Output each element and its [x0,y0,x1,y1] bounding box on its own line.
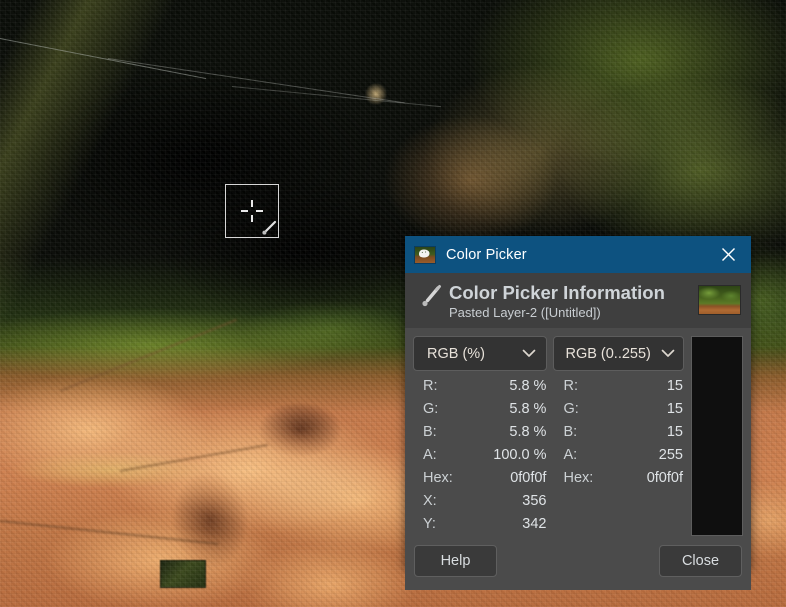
readout-key: Hex: [563,470,594,486]
readout-row: A: 100.0 % [413,447,547,470]
photo-antenna-line [0,38,207,80]
readout-value: 100.0 % [493,447,547,463]
color-mode-select-percent[interactable]: RGB (%) [413,336,548,371]
readout-key: G: [563,401,579,417]
readout-row: Hex: 0f0f0f [553,470,684,493]
help-button[interactable]: Help [414,544,497,577]
close-icon[interactable] [705,236,751,273]
readout-rows-percent: R: 5.8 % G: 5.8 % B: 5.8 % A: 100.0 % Hex: 0f… [413,378,547,539]
readout-value: 15 [666,401,683,417]
chevron-down-icon [661,349,675,357]
readout-row: R: 15 [553,378,684,401]
photo-detail-line [0,520,219,545]
picked-color-swatch [691,336,743,536]
readout-rows-255: R: 15 G: 15 B: 15 A: 255 Hex: 0f0f0f [553,378,684,493]
wilber-glyph-icon [419,249,430,257]
readout-value: 5.8 % [509,424,547,440]
photo-antenna-line [107,58,405,104]
color-mode-select-percent-label: RGB (%) [427,345,485,362]
readout-row: Y: 342 [413,516,547,539]
photo-detail-line [60,318,237,392]
readout-value: 255 [658,447,683,463]
readout-row: G: 5.8 % [413,401,547,424]
gimp-wilber-icon [414,245,436,264]
readout-row: B: 5.8 % [413,424,547,447]
chevron-down-icon [523,349,536,357]
readout-row: R: 5.8 % [413,378,547,401]
readout-key: X: [423,493,437,509]
readout-row: G: 15 [553,401,684,424]
dialog-title: Color Picker [446,246,527,263]
close-x-glyph [721,248,735,261]
dialog-titlebar[interactable]: Color Picker [405,236,751,273]
color-picker-dialog: Color Picker Color Picker Information Pa… [405,236,751,590]
readout-value: 0f0f0f [510,470,547,486]
readout-value: 5.8 % [509,401,547,417]
color-mode-select-255[interactable]: RGB (0..255) [553,336,684,371]
readout-row: A: 255 [553,447,684,470]
dialog-footer: Help Close [405,539,751,590]
dialog-heading: Color Picker Information [449,282,665,303]
dialog-subheading: Pasted Layer-2 ([Untitled]) [449,305,601,320]
readout-key: A: [563,447,578,463]
close-button[interactable]: Close [659,544,742,577]
dialog-header-titles: Color Picker Information Pasted Layer-2 … [449,282,698,322]
readout-value: 5.8 % [509,378,547,394]
readout-key: Hex: [423,470,453,486]
photo-detail-patch [160,560,206,588]
readout-key: B: [563,424,578,440]
readout-value: 0f0f0f [646,470,683,486]
readout-column-percent: RGB (%) R: 5.8 % G: 5.8 % B: 5.8 % A: 100.0 … [413,336,548,539]
readout-columns: RGB (%) R: 5.8 % G: 5.8 % B: 5.8 % A: 100.0 … [413,336,684,539]
photo-antenna-line [231,86,442,108]
readout-value: 15 [666,378,683,394]
image-thumbnail [698,285,741,315]
readout-column-255: RGB (0..255) R: 15 G: 15 B: 15 A: 255 Hex: 0f… [553,336,684,539]
readout-value: 15 [666,424,683,440]
readout-key: R: [423,378,438,394]
photo-detail-line [120,443,269,472]
readout-key: R: [563,378,578,394]
color-mode-select-255-label: RGB (0..255) [565,345,651,362]
readout-row: Hex: 0f0f0f [413,470,547,493]
readout-key: A: [423,447,437,463]
readout-key: B: [423,424,437,440]
readout-key: G: [423,401,439,417]
readout-row: X: 356 [413,493,547,516]
dialog-body: RGB (%) R: 5.8 % G: 5.8 % B: 5.8 % A: 100.0 … [405,328,751,539]
pipette-icon [422,285,441,307]
readout-key: Y: [423,516,436,532]
readout-value: 356 [522,493,547,509]
dialog-info-header: Color Picker Information Pasted Layer-2 … [405,273,751,328]
readout-row: B: 15 [553,424,684,447]
readout-value: 342 [522,516,547,532]
